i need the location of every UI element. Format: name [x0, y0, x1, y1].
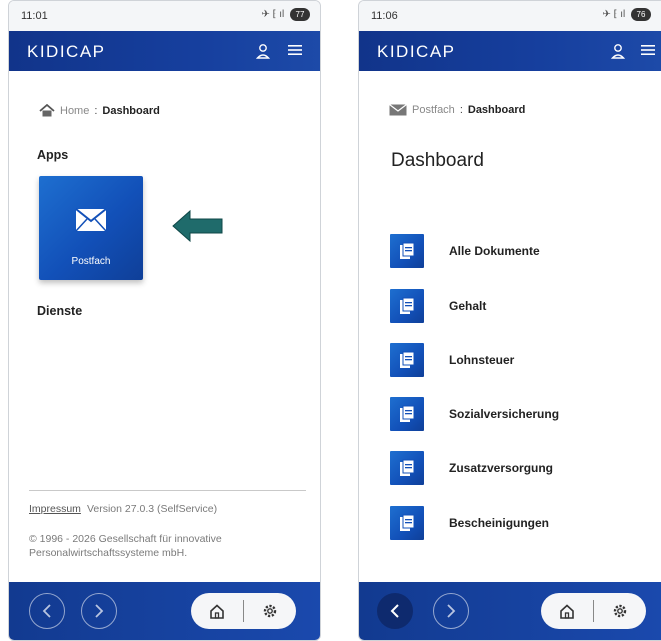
document-category-label: Lohnsteuer — [449, 353, 515, 367]
document-category-item[interactable]: Zusatzversorgung — [390, 451, 553, 485]
document-category-item[interactable]: Alle Dokumente — [390, 234, 540, 268]
breadcrumb-separator: : — [94, 104, 98, 117]
impressum-link[interactable]: Impressum — [29, 503, 81, 515]
document-category-item[interactable]: Gehalt — [390, 289, 486, 323]
status-icons: ✈ ⁅ ıl 76 — [602, 8, 651, 21]
breadcrumb-home-link[interactable]: Home — [60, 105, 89, 117]
home-settings-pill — [541, 593, 646, 629]
breadcrumb: Postfach : Dashboard — [389, 104, 525, 116]
breadcrumb: Home : Dashboard — [39, 104, 160, 117]
breadcrumb-current: Dashboard — [467, 104, 526, 116]
envelope-icon — [75, 208, 107, 232]
services-heading: Dienste — [37, 304, 83, 318]
home-icon[interactable] — [39, 104, 55, 117]
menu-icon[interactable] — [641, 43, 655, 57]
status-bar: 11:06 ✈ ⁅ ıl 76 — [359, 1, 661, 31]
document-category-label: Sozialversicherung — [449, 407, 560, 421]
document-icon — [390, 506, 424, 540]
forward-button[interactable] — [433, 593, 469, 629]
bottom-nav-bar — [359, 582, 661, 640]
postfach-tile-label: Postfach — [71, 256, 111, 267]
menu-icon[interactable] — [288, 43, 302, 57]
battery-icon: 77 — [290, 8, 310, 21]
breadcrumb-current: Dashboard — [102, 104, 160, 117]
status-time: 11:01 — [21, 10, 48, 22]
document-category-label: Bescheinigungen — [449, 516, 550, 530]
chevron-right-icon — [447, 604, 456, 618]
forward-button[interactable] — [81, 593, 117, 629]
copyright-line-2: Personalwirtschaftssysteme mbH. — [29, 547, 188, 559]
chevron-left-icon — [390, 604, 399, 618]
user-icon[interactable] — [611, 43, 625, 59]
back-button[interactable] — [377, 593, 413, 629]
back-button[interactable] — [29, 593, 65, 629]
battery-icon: 76 — [631, 8, 651, 21]
home-settings-pill — [191, 593, 296, 629]
page-title: Dashboard — [391, 150, 484, 171]
phone-screen-postfach: 11:06 ✈ ⁅ ıl 76 KIDICAP Postfach : Dashb… — [358, 0, 661, 641]
status-time: 11:06 — [371, 10, 398, 22]
app-header: KIDICAP — [9, 31, 320, 71]
bottom-nav-bar — [9, 582, 320, 640]
document-icon — [390, 397, 424, 431]
status-bar: 11:01 ✈ ⁅ ıl 77 — [9, 1, 320, 31]
signal-icons: ✈ ⁅ ıl — [261, 9, 285, 21]
home-icon — [210, 603, 224, 619]
apps-heading: Apps — [37, 148, 69, 162]
status-icons: ✈ ⁅ ıl 77 — [261, 8, 310, 21]
envelope-icon[interactable] — [389, 104, 407, 116]
document-category-item[interactable]: Sozialversicherung — [390, 397, 559, 431]
document-category-label: Zusatzversorgung — [449, 461, 554, 475]
version-text: Version 27.0.3 (SelfService) — [86, 503, 218, 515]
home-button[interactable] — [191, 593, 243, 629]
settings-button[interactable] — [594, 593, 646, 629]
breadcrumb-separator: : — [459, 104, 463, 116]
gear-icon — [263, 604, 277, 618]
document-category-item[interactable]: Lohnsteuer — [390, 343, 514, 377]
signal-icons: ✈ ⁅ ıl — [602, 9, 626, 21]
document-icon — [390, 343, 424, 377]
user-icon[interactable] — [256, 43, 270, 59]
document-icon — [390, 289, 424, 323]
breadcrumb-postfach-link[interactable]: Postfach — [412, 104, 455, 116]
document-category-label: Gehalt — [449, 299, 487, 313]
postfach-app-tile[interactable]: Postfach — [39, 176, 143, 280]
chevron-right-icon — [95, 604, 104, 618]
phone-screen-home: 11:01 ✈ ⁅ ıl 77 KIDICAP Home : Dashboard… — [8, 0, 321, 641]
settings-button[interactable] — [244, 593, 296, 629]
document-category-item[interactable]: Bescheinigungen — [390, 506, 549, 540]
app-logo: KIDICAP — [27, 42, 106, 61]
app-logo: KIDICAP — [377, 42, 456, 61]
home-button[interactable] — [541, 593, 593, 629]
gear-icon — [613, 604, 627, 618]
footer-divider — [29, 490, 306, 491]
document-icon — [390, 451, 424, 485]
app-header: KIDICAP — [359, 31, 661, 71]
copyright-line-1: © 1996 - 2026 Gesellschaft für innovativ… — [29, 533, 222, 545]
footer-links: Impressum Version 27.0.3 (SelfService) — [29, 503, 217, 515]
document-icon — [390, 234, 424, 268]
chevron-left-icon — [42, 604, 51, 618]
annotation-arrow-icon — [172, 209, 223, 243]
home-icon — [560, 603, 574, 619]
document-category-label: Alle Dokumente — [449, 244, 540, 258]
